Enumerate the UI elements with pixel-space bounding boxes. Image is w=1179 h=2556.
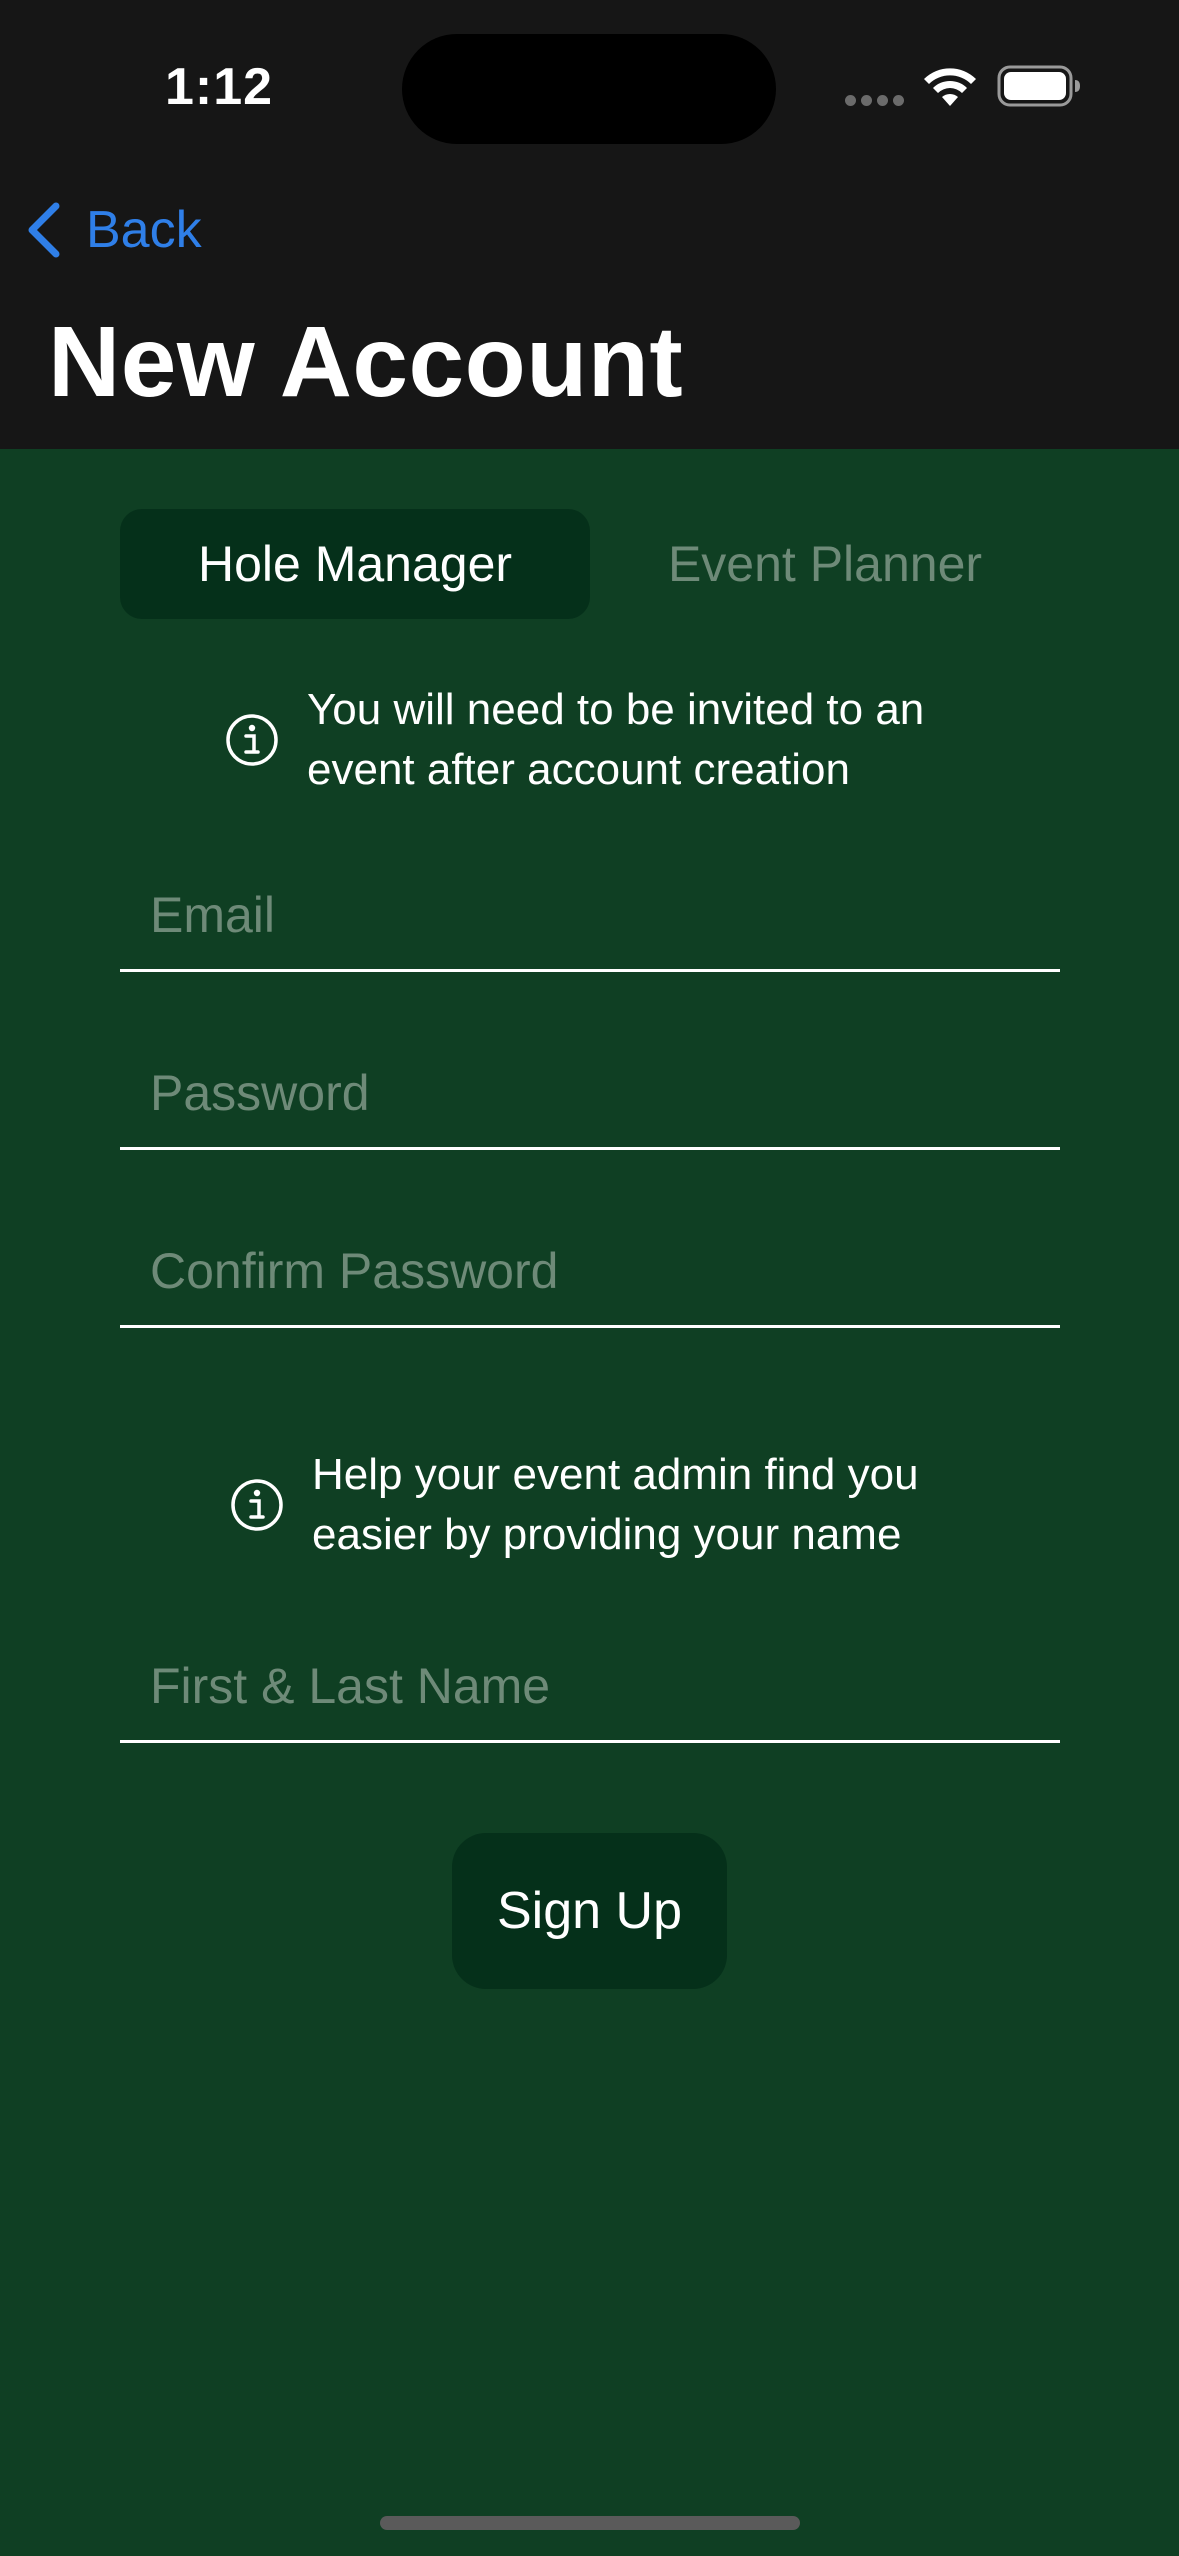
password-input[interactable] <box>150 1058 1030 1128</box>
confirm-password-input[interactable] <box>150 1236 1030 1306</box>
sign-up-button[interactable]: Sign Up <box>452 1833 727 1989</box>
full-name-input[interactable] <box>150 1651 1030 1721</box>
back-label: Back <box>86 201 202 259</box>
account-type-selector: Hole Manager Event Planner <box>120 509 1060 619</box>
full-name-field <box>120 1633 1060 1743</box>
status-time: 1:12 <box>165 58 274 116</box>
back-button[interactable]: Back <box>24 190 202 270</box>
segment-hole-manager[interactable]: Hole Manager <box>120 509 590 619</box>
info-circle-icon <box>226 714 278 766</box>
dynamic-island <box>402 34 776 144</box>
email-input[interactable] <box>150 880 1030 950</box>
invite-notice-text: You will need to be invited to an event … <box>307 685 925 794</box>
name-notice-text: Help your event admin find you easier by… <box>312 1450 919 1559</box>
name-notice: Help your event admin find you easier by… <box>230 1445 1030 1565</box>
email-field <box>120 862 1060 972</box>
invite-notice: You will need to be invited to an event … <box>225 680 1025 800</box>
segment-event-planner[interactable]: Event Planner <box>590 509 1060 619</box>
wifi-icon <box>924 68 976 106</box>
chevron-left-icon <box>28 202 60 258</box>
password-field <box>120 1040 1060 1150</box>
confirm-password-field <box>120 1218 1060 1328</box>
battery-icon <box>997 65 1080 107</box>
home-indicator[interactable] <box>380 2516 800 2530</box>
cellular-signal-icon <box>845 95 905 109</box>
info-circle-icon <box>231 1479 283 1531</box>
page-title: New Account <box>48 306 684 418</box>
navigation-header: 1:12 Back New Account <box>0 0 1179 449</box>
